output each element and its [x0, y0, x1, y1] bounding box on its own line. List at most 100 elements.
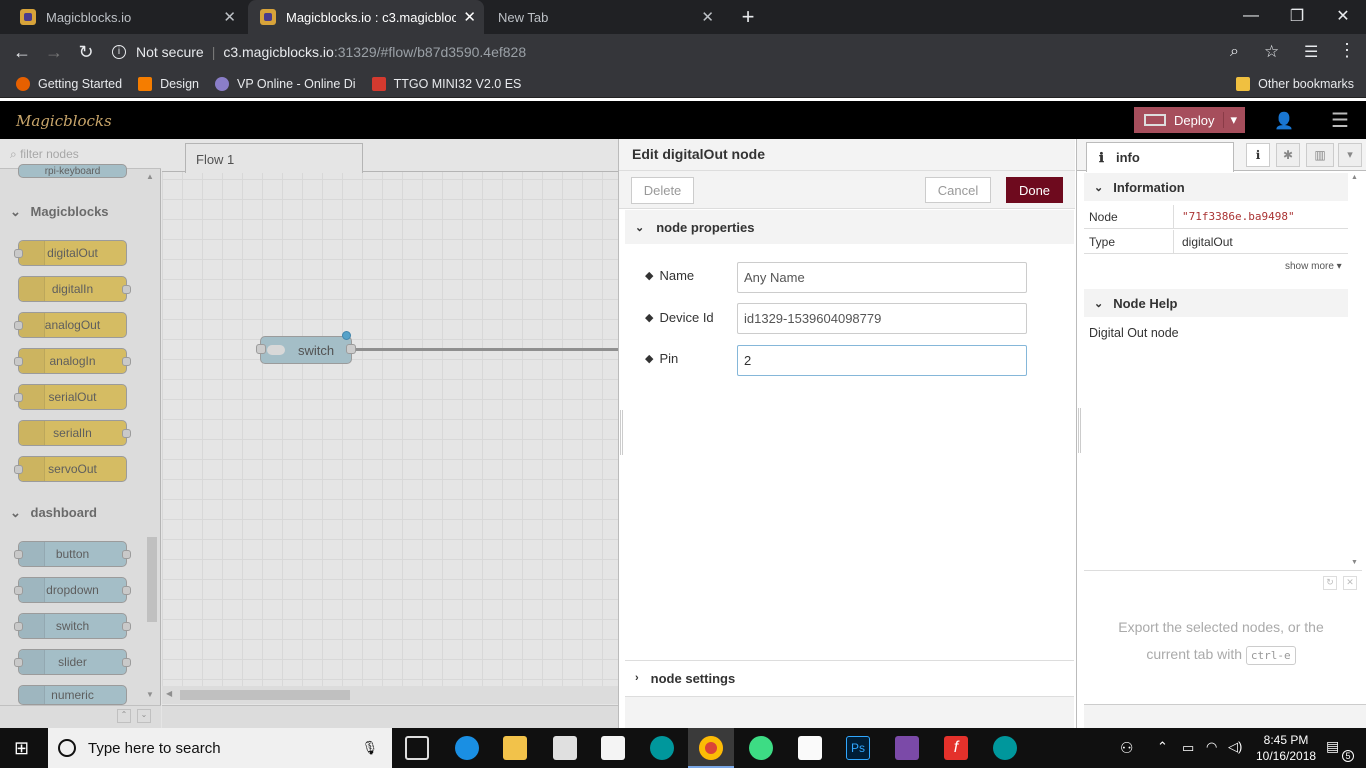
other-bookmarks[interactable]: Other bookmarks — [1236, 76, 1354, 91]
minimize-icon[interactable]: — — [1228, 0, 1274, 32]
tab-info[interactable]: ℹ info — [1086, 142, 1234, 172]
winrar-icon[interactable] — [895, 736, 919, 760]
info-row-node: Node "71f3386e.ba9498" — [1084, 204, 1348, 229]
tip-text: Export the selected nodes, or the curren… — [1094, 614, 1348, 669]
folder-icon — [1236, 76, 1251, 91]
taskbar-clock[interactable]: 8:45 PM 10/16/2018 — [1256, 732, 1316, 764]
app-logo: Magicblocks — [16, 112, 112, 130]
deploy-button[interactable]: Deploy ▾ — [1134, 107, 1245, 133]
sidebar-menu-chevron-icon[interactable]: ▾ — [1338, 143, 1362, 167]
browser-tab-3[interactable]: New Tab ✕ — [486, 0, 722, 34]
mail-icon[interactable] — [601, 736, 625, 760]
extension-icon[interactable]: ☰ — [1304, 42, 1318, 62]
close-window-icon[interactable]: ✕ — [1320, 0, 1366, 32]
info-icon[interactable]: i — [112, 45, 126, 59]
node-properties-section[interactable]: ⌄ node properties — [625, 210, 1074, 244]
people-icon[interactable]: ⚇ — [1120, 739, 1133, 757]
device-id-input[interactable]: id1329-1539604098779 — [737, 303, 1027, 334]
user-icon[interactable]: 👤 — [1274, 111, 1294, 130]
microphone-icon[interactable]: 🎙 — [361, 740, 378, 756]
bookmark-design[interactable]: Design — [138, 76, 199, 91]
bookmarks-bar: Getting Started Design VP Online - Onlin… — [0, 70, 1366, 98]
node-help-section[interactable]: ⌄ Node Help — [1084, 289, 1348, 317]
forward-icon[interactable]: → — [44, 42, 64, 62]
done-button[interactable]: Done — [1006, 177, 1063, 203]
refresh-tip-icon[interactable]: ↻ — [1323, 576, 1337, 590]
restore-icon[interactable]: ❐ — [1274, 0, 1320, 32]
cortana-icon — [58, 739, 76, 757]
blogger-icon — [138, 76, 153, 91]
chrome-icon[interactable] — [699, 736, 723, 760]
sticky-notes-icon[interactable] — [798, 736, 822, 760]
vp-online-icon — [215, 76, 229, 91]
arduino-icon[interactable] — [650, 736, 674, 760]
back-icon[interactable]: ← — [12, 42, 32, 62]
pin-input[interactable]: 2 — [737, 345, 1027, 376]
delete-button[interactable]: Delete — [631, 177, 694, 204]
menu-icon[interactable]: ☰ — [1331, 108, 1349, 133]
zoom-icon[interactable]: ⌕ — [1230, 43, 1239, 61]
chevron-down-icon: ⌄ — [1094, 181, 1104, 194]
bookmark-vp-online[interactable]: VP Online - Online Di — [215, 76, 356, 91]
android-studio-icon[interactable] — [749, 736, 773, 760]
wifi-icon[interactable]: ◠ — [1206, 739, 1217, 755]
bookmark-getting-started[interactable]: Getting Started — [16, 76, 122, 91]
close-tip-icon[interactable]: ✕ — [1343, 576, 1357, 590]
magicblocks-favicon-icon — [260, 9, 276, 25]
new-tab-button[interactable]: + — [736, 4, 760, 29]
chevron-down-icon: ⌄ — [635, 221, 645, 234]
windows-start-icon[interactable]: ⊞ — [14, 738, 34, 758]
node-settings-section[interactable]: › node settings — [625, 660, 1074, 695]
edge-icon[interactable] — [455, 736, 479, 760]
tag-icon: ◆ — [645, 312, 654, 324]
node-help-text: Digital Out node — [1089, 326, 1179, 340]
chrome-menu-icon[interactable]: ⋮ — [1338, 40, 1356, 61]
name-label: ◆ Name — [645, 268, 695, 283]
arduino-icon-2[interactable] — [993, 736, 1017, 760]
close-tab-icon[interactable]: ✕ — [223, 8, 236, 26]
tag-icon: ◆ — [645, 353, 654, 365]
action-center-icon[interactable]: ▤ 5 — [1326, 738, 1354, 762]
store-icon[interactable] — [553, 736, 577, 760]
chevron-down-icon[interactable]: ▾ — [1223, 112, 1237, 128]
cancel-button[interactable]: Cancel — [925, 177, 991, 203]
tag-icon: ◆ — [645, 270, 654, 282]
keyboard-shortcut: ctrl-e — [1245, 646, 1296, 665]
info-icon: ℹ — [1099, 150, 1104, 165]
info-row-type: Type digitalOut — [1084, 229, 1348, 254]
editor-title: Edit digitalOut node — [632, 146, 765, 162]
chevron-right-icon: › — [635, 672, 639, 684]
photoshop-icon[interactable]: Ps — [846, 736, 870, 760]
dashboard-chart-icon[interactable]: ▥ — [1306, 143, 1334, 167]
sidebar-resize-handle[interactable] — [1078, 408, 1081, 453]
bookmark-star-icon[interactable]: ☆ — [1264, 42, 1279, 62]
device-id-label: ◆ Device Id — [645, 310, 714, 325]
resize-handle[interactable] — [620, 410, 623, 455]
debug-icon[interactable]: ✱ — [1276, 143, 1300, 167]
show-more-link[interactable]: show more ▾ — [1285, 261, 1342, 272]
magicblocks-favicon-icon — [20, 9, 36, 25]
file-explorer-icon[interactable] — [503, 736, 527, 760]
close-tab-icon[interactable]: ✕ — [463, 8, 476, 26]
bookmark-ttgo[interactable]: TTGO MINI32 V2.0 ES — [371, 76, 521, 91]
aliexpress-icon — [371, 76, 386, 91]
task-view-icon[interactable] — [405, 736, 429, 760]
taskbar-search-box[interactable]: Type here to search 🎙 — [48, 728, 392, 768]
information-section[interactable]: ⌄ Information — [1084, 173, 1348, 201]
battery-icon[interactable]: ▭ — [1182, 740, 1194, 756]
show-hidden-icons-icon[interactable]: ⌃ — [1157, 739, 1168, 755]
browser-tab-2[interactable]: Magicblocks.io : c3.magicblocks.i ✕ — [248, 0, 484, 34]
info-tab-icon[interactable]: ℹ — [1246, 143, 1270, 167]
editor-overlay — [0, 139, 618, 728]
close-tab-icon[interactable]: ✕ — [701, 8, 714, 26]
firefox-icon — [16, 76, 30, 91]
chevron-down-icon: ⌄ — [1094, 297, 1104, 310]
name-input[interactable]: Any Name — [737, 262, 1027, 293]
sidebar-scrollbar[interactable]: ▲ ▼ — [1351, 172, 1363, 572]
browser-tab-1[interactable]: Magicblocks.io ✕ — [8, 0, 244, 34]
pin-label: ◆ Pin — [645, 351, 679, 366]
foxit-icon[interactable]: f — [944, 736, 968, 760]
reload-icon[interactable]: ↻ — [76, 42, 96, 62]
address-bar[interactable]: i Not secure | c3.magicblocks.io :31329/… — [108, 38, 1290, 66]
volume-icon[interactable]: ◁) — [1228, 739, 1242, 755]
